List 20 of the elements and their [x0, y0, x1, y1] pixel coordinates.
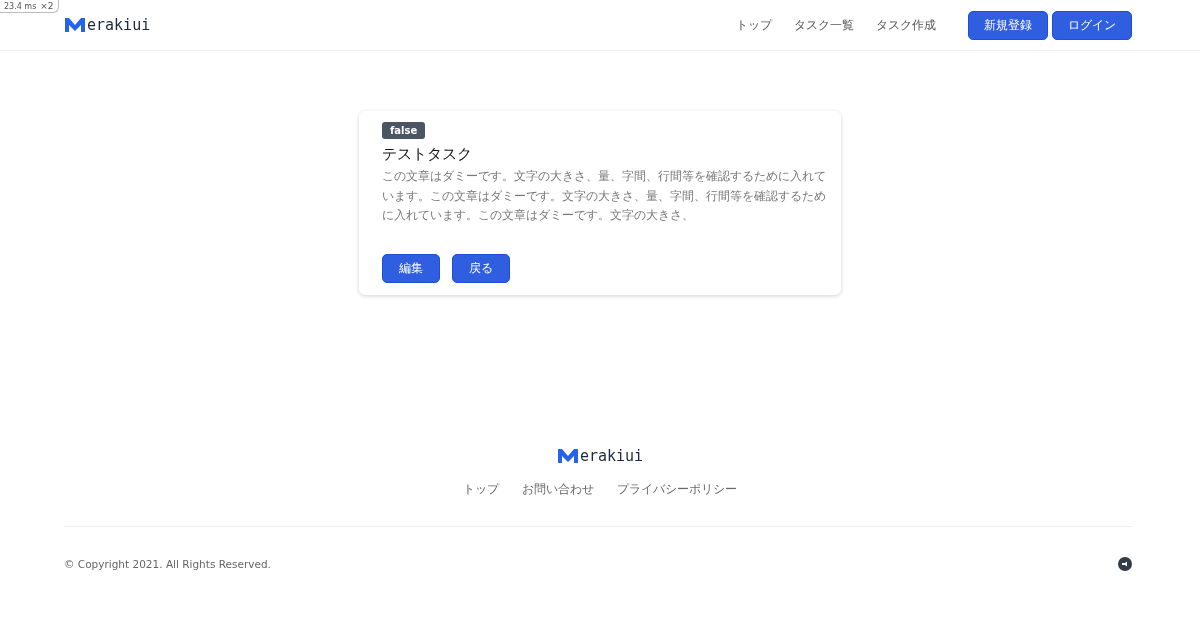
logo-text[interactable]: erakiui	[579, 447, 644, 465]
task-title: テストタスク	[382, 145, 472, 164]
perf-time: 23.4 ms	[4, 1, 37, 11]
nav-link[interactable]: トップ	[736, 16, 772, 34]
footer-link[interactable]: トップ	[463, 482, 499, 497]
footer-link[interactable]: プライバシーポリシー	[617, 482, 737, 497]
card-button[interactable]: 編集	[382, 254, 440, 283]
status-badge: false	[382, 122, 426, 139]
footer-link[interactable]: お問い合わせ	[522, 482, 594, 497]
perf-count: ×2	[40, 1, 54, 11]
header-button[interactable]: ログイン	[1052, 10, 1132, 40]
copyright-text: © Copyright 2021. All Rights Reserved.	[64, 558, 271, 570]
logo-text[interactable]: erakiui	[87, 16, 151, 34]
card-button[interactable]: 戻る	[452, 254, 510, 283]
logo-icon	[556, 448, 579, 464]
nav-link[interactable]: タスク作成	[876, 16, 936, 34]
nav-link[interactable]: タスク一覧	[794, 16, 854, 34]
logo-icon	[64, 17, 86, 33]
header-button[interactable]: 新規登録	[968, 10, 1048, 40]
task-description: この文章はダミーです。文字の大きさ、量、字間、行間等を確認するために入れています。この文章はダミーです。文字の大きさ、量、字間、行間等を確認するために入れています。この文章はダミーです。文字の大きさ、	[382, 168, 827, 224]
